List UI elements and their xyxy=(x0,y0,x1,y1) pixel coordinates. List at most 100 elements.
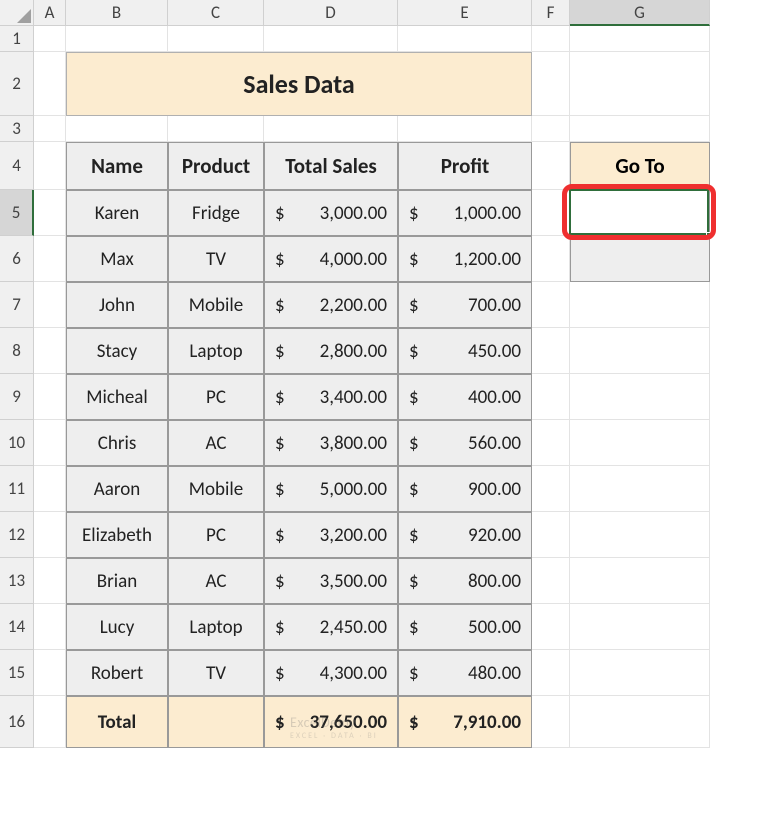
column-header-B[interactable]: B xyxy=(66,0,168,26)
goto-cell-1[interactable] xyxy=(570,190,710,236)
cell-product[interactable]: Laptop xyxy=(168,328,264,374)
cell-total-sales[interactable]: $2,200.00 xyxy=(264,282,398,328)
cell-profit[interactable]: $1,000.00 xyxy=(398,190,532,236)
cell-product[interactable]: TV xyxy=(168,236,264,282)
cell-profit[interactable]: $480.00 xyxy=(398,650,532,696)
column-header-D[interactable]: D xyxy=(264,0,398,26)
cell-profit[interactable]: $500.00 xyxy=(398,604,532,650)
cell-A16[interactable] xyxy=(34,696,66,748)
row-header-10[interactable]: 10 xyxy=(0,420,34,466)
column-header-G[interactable]: G xyxy=(570,0,710,26)
column-header-E[interactable]: E xyxy=(398,0,532,26)
row-header-4[interactable]: 4 xyxy=(0,142,34,190)
cell-total-profit[interactable]: $7,910.00 xyxy=(398,696,532,748)
cell-name[interactable]: Aaron xyxy=(66,466,168,512)
cell-A15[interactable] xyxy=(34,650,66,696)
cell-product[interactable]: AC xyxy=(168,558,264,604)
cell-G9[interactable] xyxy=(570,374,710,420)
cell-A6[interactable] xyxy=(34,236,66,282)
cell-G7[interactable] xyxy=(570,282,710,328)
cell-F4[interactable] xyxy=(532,142,570,190)
cell-profit[interactable]: $450.00 xyxy=(398,328,532,374)
cell-F9[interactable] xyxy=(532,374,570,420)
row-header-9[interactable]: 9 xyxy=(0,374,34,420)
cell-A9[interactable] xyxy=(34,374,66,420)
row-header-1[interactable]: 1 xyxy=(0,26,34,52)
cell-F12[interactable] xyxy=(532,512,570,558)
cell-F3[interactable] xyxy=(532,116,570,142)
row-header-8[interactable]: 8 xyxy=(0,328,34,374)
cell-G15[interactable] xyxy=(570,650,710,696)
row-header-14[interactable]: 14 xyxy=(0,604,34,650)
cell-profit[interactable]: $560.00 xyxy=(398,420,532,466)
cell-name[interactable]: Lucy xyxy=(66,604,168,650)
row-header-13[interactable]: 13 xyxy=(0,558,34,604)
cell-total-sales[interactable]: $3,800.00 xyxy=(264,420,398,466)
cell-F6[interactable] xyxy=(532,236,570,282)
cell-F13[interactable] xyxy=(532,558,570,604)
cell-F8[interactable] xyxy=(532,328,570,374)
row-header-16[interactable]: 16 xyxy=(0,696,34,748)
cell-name[interactable]: Elizabeth xyxy=(66,512,168,558)
cell-D1[interactable] xyxy=(264,26,398,52)
column-header-F[interactable]: F xyxy=(532,0,570,26)
row-header-12[interactable]: 12 xyxy=(0,512,34,558)
cell-total-sales[interactable]: $4,300.00 xyxy=(264,650,398,696)
cell-E3[interactable] xyxy=(398,116,532,142)
cell-product[interactable]: PC xyxy=(168,512,264,558)
cell-name[interactable]: Chris xyxy=(66,420,168,466)
cell-A5[interactable] xyxy=(34,190,66,236)
cell-A7[interactable] xyxy=(34,282,66,328)
cell-name[interactable]: Brian xyxy=(66,558,168,604)
cell-F2[interactable] xyxy=(532,52,570,116)
cell-G3[interactable] xyxy=(570,116,710,142)
cell-A13[interactable] xyxy=(34,558,66,604)
cell-total-sales[interactable]: $2,450.00 xyxy=(264,604,398,650)
cell-product[interactable]: Laptop xyxy=(168,604,264,650)
cell-product[interactable]: AC xyxy=(168,420,264,466)
cell-B1[interactable] xyxy=(66,26,168,52)
cell-total-sales[interactable]: $3,400.00 xyxy=(264,374,398,420)
column-header-C[interactable]: C xyxy=(168,0,264,26)
cell-name[interactable]: Karen xyxy=(66,190,168,236)
cell-G8[interactable] xyxy=(570,328,710,374)
cell-total-empty[interactable] xyxy=(168,696,264,748)
cell-product[interactable]: Mobile xyxy=(168,282,264,328)
cell-profit[interactable]: $400.00 xyxy=(398,374,532,420)
cell-E1[interactable] xyxy=(398,26,532,52)
cell-name[interactable]: Robert xyxy=(66,650,168,696)
cell-product[interactable]: Mobile xyxy=(168,466,264,512)
cell-product[interactable]: TV xyxy=(168,650,264,696)
cell-name[interactable]: John xyxy=(66,282,168,328)
cell-name[interactable]: Micheal xyxy=(66,374,168,420)
goto-cell-2[interactable] xyxy=(570,236,710,282)
row-header-3[interactable]: 3 xyxy=(0,116,34,142)
cell-total-label[interactable]: Total xyxy=(66,696,168,748)
cell-F1[interactable] xyxy=(532,26,570,52)
cell-total-sales[interactable]: $3,000.00 xyxy=(264,190,398,236)
cell-B3[interactable] xyxy=(66,116,168,142)
cell-total-sales[interactable]: $3,200.00 xyxy=(264,512,398,558)
cell-A3[interactable] xyxy=(34,116,66,142)
row-header-15[interactable]: 15 xyxy=(0,650,34,696)
cell-name[interactable]: Max xyxy=(66,236,168,282)
cell-profit[interactable]: $900.00 xyxy=(398,466,532,512)
row-header-5[interactable]: 5 xyxy=(0,190,34,236)
cell-F14[interactable] xyxy=(532,604,570,650)
cell-A12[interactable] xyxy=(34,512,66,558)
cell-total-sales[interactable]: $2,800.00 xyxy=(264,328,398,374)
cell-F7[interactable] xyxy=(532,282,570,328)
cell-total-sales[interactable]: $3,500.00 xyxy=(264,558,398,604)
cell-F11[interactable] xyxy=(532,466,570,512)
cell-A1[interactable] xyxy=(34,26,66,52)
cell-A8[interactable] xyxy=(34,328,66,374)
cell-G10[interactable] xyxy=(570,420,710,466)
cell-A14[interactable] xyxy=(34,604,66,650)
cell-G11[interactable] xyxy=(570,466,710,512)
row-header-11[interactable]: 11 xyxy=(0,466,34,512)
cell-A11[interactable] xyxy=(34,466,66,512)
cell-profit[interactable]: $800.00 xyxy=(398,558,532,604)
cell-product[interactable]: Fridge xyxy=(168,190,264,236)
row-header-6[interactable]: 6 xyxy=(0,236,34,282)
cell-product[interactable]: PC xyxy=(168,374,264,420)
